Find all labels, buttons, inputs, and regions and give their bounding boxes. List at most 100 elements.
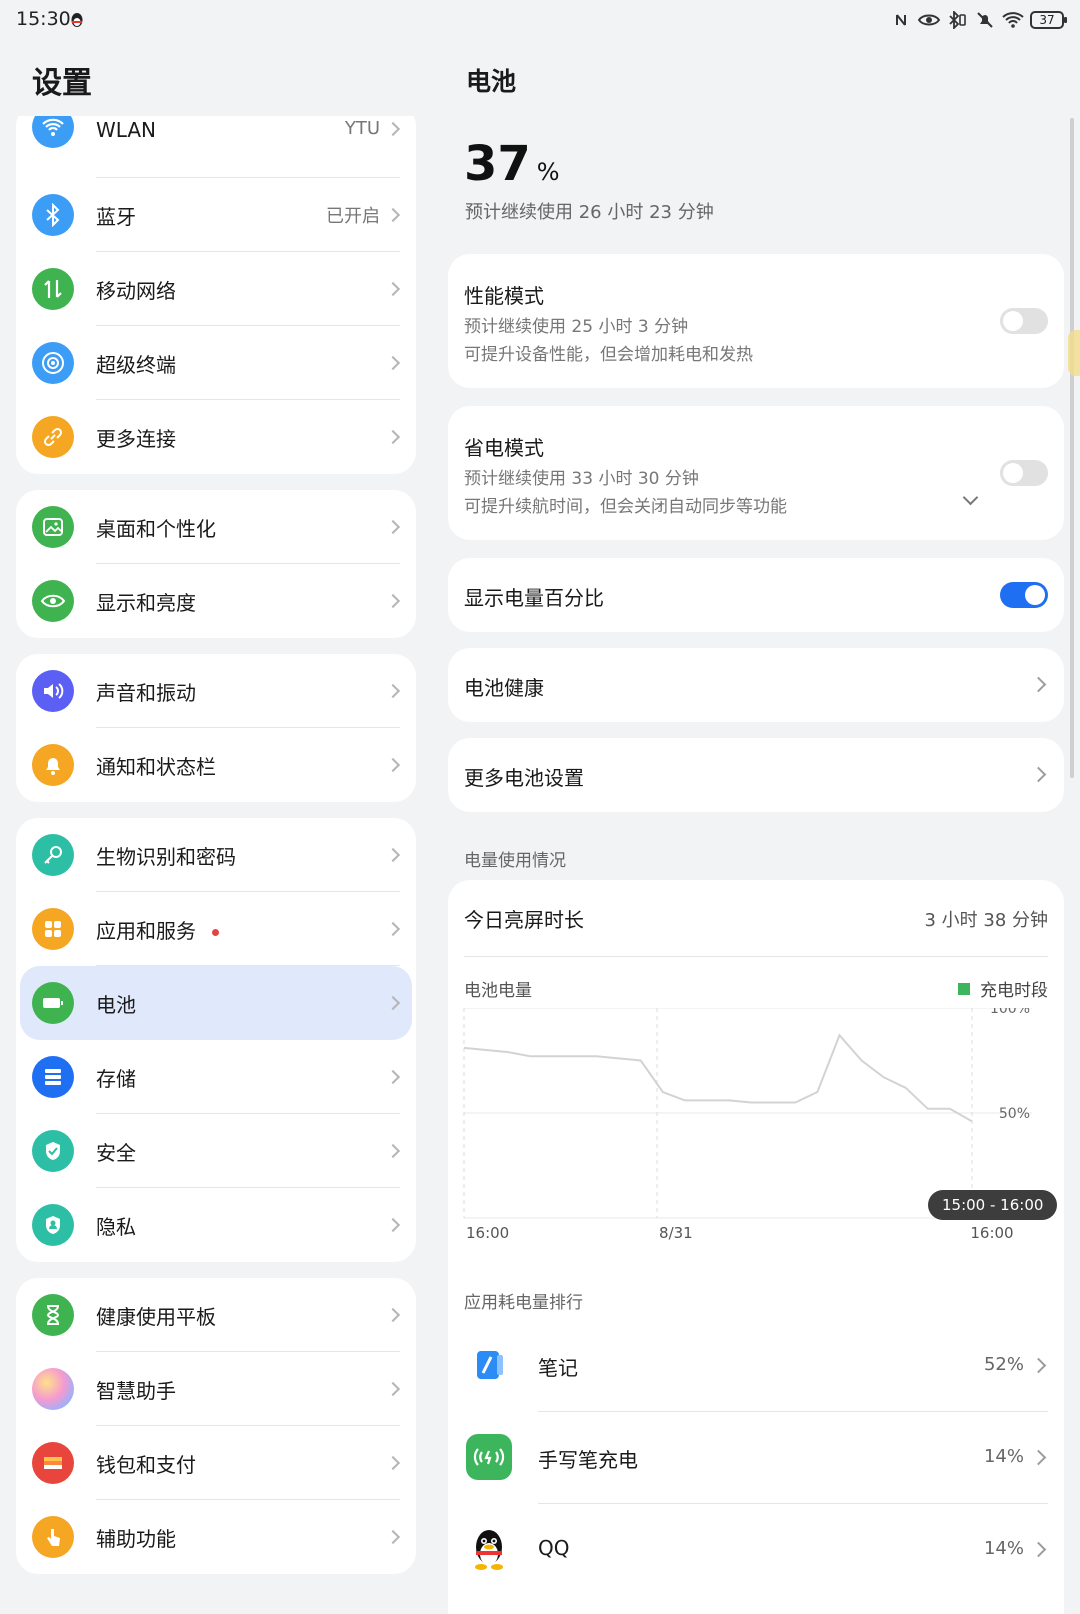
settings-item-label: 智慧助手	[96, 1378, 176, 1403]
legend-swatch	[958, 982, 970, 995]
settings-item-biometrics[interactable]: 生物识别和密码	[16, 818, 416, 892]
chevron-right-icon	[1030, 766, 1047, 783]
performance-mode-estimate: 预计继续使用 25 小时 3 分钟	[464, 317, 689, 337]
legend-label: 充电时段	[980, 981, 1048, 1001]
battery-icon	[32, 982, 74, 1024]
settings-item-wallet[interactable]: 钱包和支付	[16, 1426, 416, 1500]
app-percent: 52%	[983, 1354, 1024, 1375]
settings-item-battery[interactable]: 电池	[20, 966, 412, 1040]
settings-item-label: 应用和服务	[96, 915, 219, 944]
battery-health-card[interactable]: 电池健康	[448, 648, 1064, 722]
scrollbar[interactable]	[1070, 118, 1074, 778]
settings-item-more-connections[interactable]: 更多连接	[16, 400, 416, 474]
ranking-caption: 应用耗电量排行	[464, 1293, 583, 1313]
y-tick-label: 100%	[990, 1008, 1030, 1017]
app-row-stylus-charge[interactable]: 手写笔充电 14%	[448, 1412, 1064, 1504]
bluetooth-icon	[32, 194, 74, 236]
chevron-right-icon	[1030, 1357, 1047, 1374]
settings-list[interactable]: WLAN YTU 蓝牙 已开启 移动网络 超级终端 更多连接 桌面和个性化 显示…	[16, 116, 416, 1614]
settings-item-wlan[interactable]: WLAN YTU	[16, 116, 416, 178]
mobile-data-icon	[32, 268, 74, 310]
settings-item-mobile-network[interactable]: 移动网络	[16, 252, 416, 326]
battery-level-chart[interactable]: 100% 50% 16:00 8/31 16:00	[456, 1008, 1056, 1258]
chevron-right-icon	[385, 1307, 401, 1323]
app-row-notes[interactable]: 笔记 52%	[448, 1320, 1064, 1412]
settings-group-system: 生物识别和密码 应用和服务 电池 存储 安全 隐私	[16, 818, 416, 1262]
chevron-right-icon	[385, 995, 401, 1011]
settings-item-label: 蓝牙	[96, 204, 136, 229]
battery-detail-pane[interactable]: 37% 预计继续使用 26 小时 23 分钟 性能模式 预计继续使用 25 小时…	[448, 110, 1064, 1614]
show-percent-card[interactable]: 显示电量百分比	[448, 558, 1064, 632]
settings-item-label: WLAN	[96, 118, 157, 142]
show-percent-toggle[interactable]	[1000, 582, 1048, 608]
battery-percent: 37%	[464, 136, 560, 192]
sound-icon	[32, 670, 74, 712]
settings-item-storage[interactable]: 存储	[16, 1040, 416, 1114]
y-tick-label: 50%	[999, 1106, 1030, 1122]
performance-mode-toggle[interactable]	[1000, 308, 1048, 334]
settings-item-sound[interactable]: 声音和振动	[16, 654, 416, 728]
power-saving-toggle[interactable]	[1000, 460, 1048, 486]
hourglass-icon	[32, 1294, 74, 1336]
assistant-icon	[32, 1368, 74, 1410]
chevron-right-icon	[385, 121, 401, 137]
settings-item-label: 生物识别和密码	[96, 844, 236, 869]
more-battery-settings-label: 更多电池设置	[464, 766, 584, 790]
settings-item-label: 安全	[96, 1140, 136, 1165]
screen-time-label: 今日亮屏时长	[464, 908, 584, 932]
usage-caption: 电量使用情况	[464, 851, 566, 871]
eye-comfort-icon	[918, 9, 940, 31]
bell-icon	[32, 744, 74, 786]
chevron-right-icon	[1030, 676, 1047, 693]
status-time: 15:30	[16, 8, 71, 30]
settings-group-connectivity: WLAN YTU 蓝牙 已开启 移动网络 超级终端 更多连接	[16, 116, 416, 474]
settings-item-label: 声音和振动	[96, 680, 196, 705]
settings-item-label: 电池	[96, 992, 136, 1017]
settings-item-desktop[interactable]: 桌面和个性化	[16, 490, 416, 564]
app-name: 手写笔充电	[538, 1448, 638, 1472]
more-battery-settings-card[interactable]: 更多电池设置	[448, 738, 1064, 812]
settings-item-digital-balance[interactable]: 健康使用平板	[16, 1278, 416, 1352]
app-row-qq[interactable]: QQ 14%	[448, 1504, 1064, 1596]
settings-item-security[interactable]: 安全	[16, 1114, 416, 1188]
wifi-status-icon	[1002, 9, 1024, 31]
settings-item-accessibility[interactable]: 辅助功能	[16, 1500, 416, 1574]
storage-icon	[32, 1056, 74, 1098]
app-percent: 14%	[983, 1446, 1024, 1467]
wifi-icon	[32, 116, 74, 148]
settings-item-apps[interactable]: 应用和服务	[16, 892, 416, 966]
chevron-right-icon	[385, 1069, 401, 1085]
chevron-right-icon	[385, 683, 401, 699]
settings-item-assistant[interactable]: 智慧助手	[16, 1352, 416, 1426]
settings-item-super-device[interactable]: 超级终端	[16, 326, 416, 400]
chevron-right-icon	[385, 1217, 401, 1233]
app-name: QQ	[538, 1536, 570, 1560]
settings-item-label: 显示和亮度	[96, 590, 196, 615]
settings-item-value: YTU	[344, 118, 380, 139]
privacy-icon	[32, 1204, 74, 1246]
chevron-right-icon	[385, 1529, 401, 1545]
performance-mode-card[interactable]: 性能模式 预计继续使用 25 小时 3 分钟 可提升设备性能，但会增加耗电和发热	[448, 254, 1064, 388]
chevron-right-icon	[1030, 1449, 1047, 1466]
settings-item-label: 存储	[96, 1066, 136, 1091]
settings-item-bluetooth[interactable]: 蓝牙 已开启	[16, 178, 416, 252]
super-device-icon	[32, 342, 74, 384]
settings-item-label: 移动网络	[96, 278, 176, 303]
battery-estimate: 预计继续使用 26 小时 23 分钟	[465, 202, 714, 223]
settings-item-notifications[interactable]: 通知和状态栏	[16, 728, 416, 802]
power-saving-card[interactable]: 省电模式 预计继续使用 33 小时 30 分钟 可提升续航时间，但会关闭自动同步…	[448, 406, 1064, 540]
wallpaper-icon	[32, 506, 74, 548]
eye-icon	[32, 580, 74, 622]
show-percent-title: 显示电量百分比	[464, 586, 604, 610]
edge-handle[interactable]	[1068, 330, 1080, 376]
stylus-charge-icon	[466, 1434, 512, 1480]
expand-chevron-icon[interactable]	[962, 489, 979, 506]
chart-legend: 充电时段	[958, 976, 1048, 1001]
power-saving-title: 省电模式	[464, 436, 544, 460]
settings-item-privacy[interactable]: 隐私	[16, 1188, 416, 1262]
performance-mode-desc: 可提升设备性能，但会增加耗电和发热	[464, 345, 753, 365]
settings-item-display[interactable]: 显示和亮度	[16, 564, 416, 638]
settings-item-label: 辅助功能	[96, 1526, 176, 1551]
settings-title: 设置	[32, 66, 92, 101]
key-icon	[32, 834, 74, 876]
